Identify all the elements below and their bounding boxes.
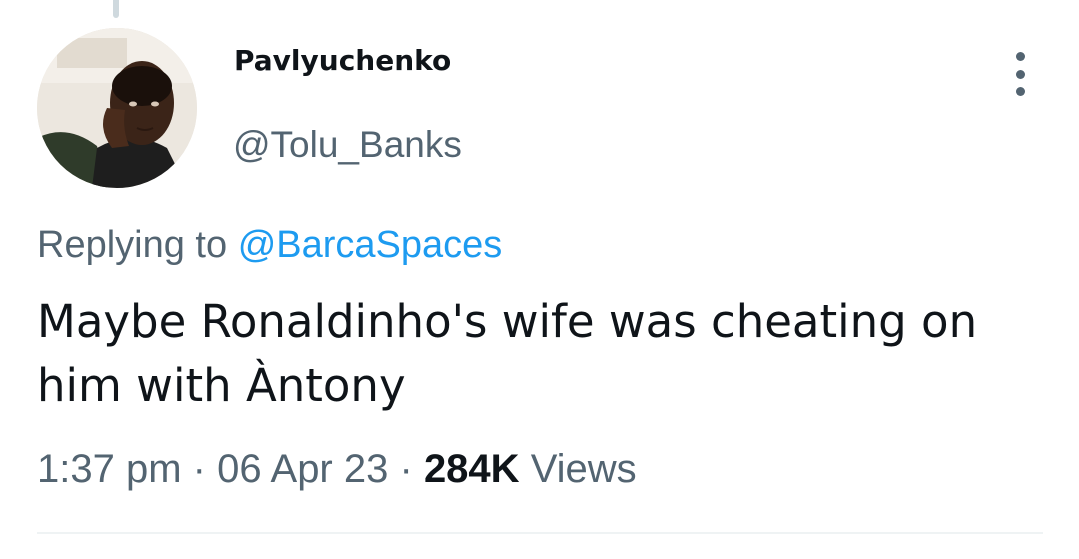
reply-mention-link[interactable]: @BarcaSpaces	[238, 224, 503, 266]
views-count: 284K	[423, 447, 520, 491]
more-vertical-icon-dot	[1015, 69, 1025, 79]
replying-to-label: Replying to	[37, 224, 228, 266]
meta-separator: ·	[399, 447, 413, 491]
divider	[37, 532, 1043, 534]
tweet-text: Maybe Ronaldinho's wife was cheating on …	[37, 295, 978, 412]
avatar[interactable]	[37, 28, 197, 188]
replying-to-line: Replying to @BarcaSpaces	[37, 224, 502, 267]
tweet-metadata: 1:37 pm · 06 Apr 23 · 284K Views	[37, 447, 637, 492]
tweet-date[interactable]: 06 Apr 23	[217, 447, 388, 491]
meta-separator: ·	[192, 447, 206, 491]
more-options-button[interactable]	[1006, 52, 1034, 96]
more-vertical-icon	[1015, 52, 1025, 61]
author-handle[interactable]: @Tolu_Banks	[233, 124, 462, 166]
avatar-photo	[37, 28, 197, 188]
more-vertical-icon-dot	[1015, 87, 1025, 96]
thread-connector-line	[113, 0, 119, 18]
views-label: Views	[530, 447, 637, 491]
tweet-time[interactable]: 1:37 pm	[37, 447, 182, 491]
author-display-name[interactable]: Pavlyuchenko	[234, 44, 451, 77]
